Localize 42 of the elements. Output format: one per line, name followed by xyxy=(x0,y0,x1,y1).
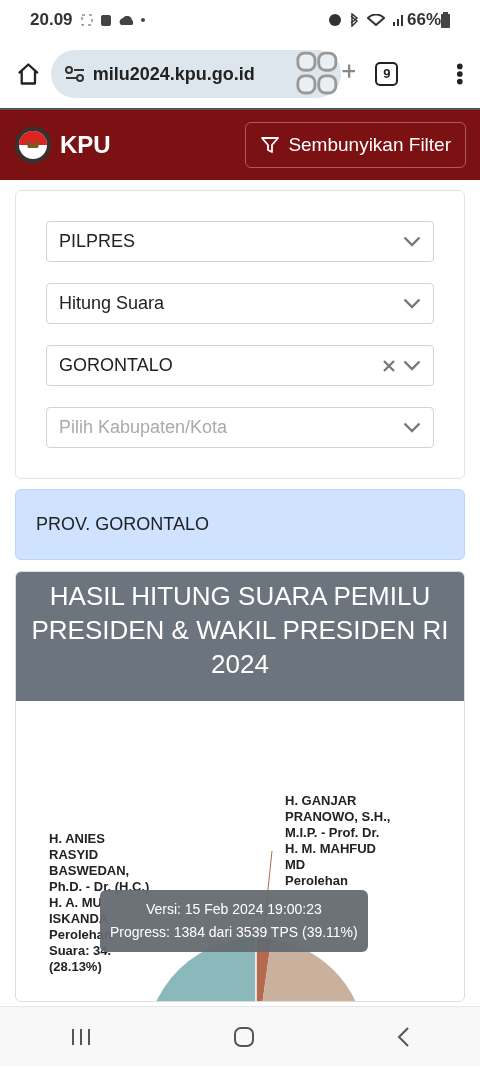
signal-icon xyxy=(392,14,403,26)
bluetooth-icon xyxy=(348,13,359,27)
region-alert: PROV. GORONTALO xyxy=(15,489,465,560)
emblem-icon xyxy=(14,126,52,164)
battery-percentage: 66% xyxy=(406,9,441,32)
hide-filter-button[interactable]: Sembunyikan Filter xyxy=(245,122,466,168)
chevron-down-icon[interactable] xyxy=(403,422,421,433)
tab-count[interactable]: 9 xyxy=(375,62,399,86)
brand-name[interactable]: KPU xyxy=(60,127,111,163)
wifi-icon xyxy=(366,14,385,26)
slice-label-line: RASYID xyxy=(49,847,99,864)
slice-label-line: MD xyxy=(285,857,306,874)
back-icon[interactable] xyxy=(395,1025,410,1048)
slice-label-line: H. M. MAHFUD xyxy=(285,841,376,858)
clock: 20.09 xyxy=(30,9,73,32)
site-settings-icon[interactable] xyxy=(64,66,85,82)
card-title: HASIL HITUNG SUARA PEMILU PRESIDEN & WAKIL PRESIDEN RI 2024 xyxy=(16,572,464,702)
slice-label-line: (28.13%) xyxy=(49,959,102,976)
cloud-icon xyxy=(118,15,133,25)
home-icon[interactable] xyxy=(16,61,41,87)
select-field[interactable]: Hitung Suara xyxy=(46,283,434,324)
slice-label-line: BASWEDAN, xyxy=(49,863,130,880)
chevron-down-icon[interactable] xyxy=(403,298,421,309)
slice-label-line: H. ANIES xyxy=(49,831,105,848)
battery-icon xyxy=(441,12,450,28)
recent-apps-icon[interactable] xyxy=(70,1026,93,1047)
select-field[interactable]: GORONTALO xyxy=(46,345,434,386)
address-bar[interactable]: milu2024.kpu.go.id xyxy=(50,50,341,98)
filter-icon xyxy=(260,135,281,155)
select-field[interactable]: PILPRES xyxy=(46,221,434,262)
chevron-down-icon[interactable] xyxy=(403,236,421,247)
screenshot-icon xyxy=(80,14,93,26)
slice-label-line: PRANOWO, S.H., xyxy=(285,809,391,826)
chevron-down-icon[interactable] xyxy=(403,360,421,371)
clear-icon[interactable] xyxy=(383,359,395,372)
slice-label-line: Suara: 34. xyxy=(49,943,112,960)
dot-icon xyxy=(140,18,145,22)
slice-label-line: M.I.P. - Prof. Dr. xyxy=(285,825,380,842)
more-options-icon[interactable] xyxy=(456,62,464,86)
slice-label-line: H. GANJAR xyxy=(285,793,357,810)
home-button-icon[interactable] xyxy=(233,1025,255,1048)
slice-label-line: Perolehan xyxy=(285,873,348,890)
